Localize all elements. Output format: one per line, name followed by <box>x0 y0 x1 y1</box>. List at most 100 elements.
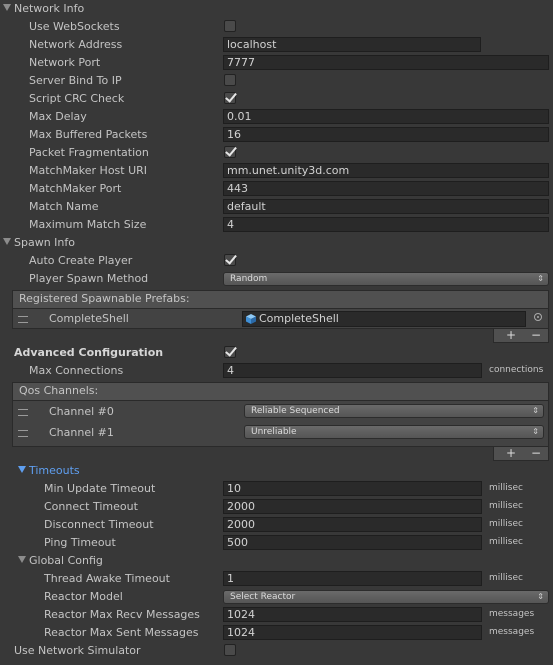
prefabs-list-header: Registered Spawnable Prefabs: <box>13 291 548 309</box>
channels-add-remove: + − <box>493 447 549 461</box>
updown-arrows-icon: ⇕ <box>537 274 544 283</box>
thread-awake-input[interactable]: 1 <box>223 571 482 586</box>
section-title: Spawn Info <box>14 236 75 249</box>
min-update-timeout-input[interactable]: 10 <box>223 481 482 496</box>
channel-type-dropdown[interactable]: Unreliable ⇕ <box>244 425 544 439</box>
network-port-row: Network Port 7777 <box>0 54 553 72</box>
foldout-arrow-icon[interactable] <box>3 4 11 11</box>
field-label: Server Bind To IP <box>29 74 122 87</box>
matchmaker-port-input[interactable]: 443 <box>223 181 549 196</box>
network-simulator-checkbox[interactable] <box>224 644 236 656</box>
auto-create-player-checkbox[interactable] <box>224 254 236 266</box>
server-bind-checkbox[interactable] <box>224 74 236 86</box>
field-label: Disconnect Timeout <box>44 518 154 531</box>
remove-channel-button[interactable]: − <box>531 447 541 459</box>
prefab-object-field[interactable]: CompleteShell <box>242 311 526 327</box>
field-label: Reactor Max Recv Messages <box>44 608 200 621</box>
max-delay-input[interactable]: 0.01 <box>223 109 549 124</box>
use-websockets-checkbox[interactable] <box>224 20 236 32</box>
field-label: Use WebSockets <box>29 20 120 33</box>
field-label: Max Buffered Packets <box>29 128 148 141</box>
auto-create-player-row: Auto Create Player <box>0 252 553 270</box>
qos-channels-header: Qos Channels: <box>13 383 548 401</box>
list-item[interactable]: Channel #0 Reliable Sequenced ⇕ <box>13 402 548 422</box>
script-crc-checkbox[interactable] <box>224 92 236 104</box>
max-buffered-row: Max Buffered Packets 16 <box>0 126 553 144</box>
network-address-input[interactable]: localhost <box>223 37 481 52</box>
max-recv-row: Reactor Max Recv Messages 1024 messages <box>0 606 553 624</box>
max-sent-input[interactable]: 1024 <box>223 625 482 640</box>
network-port-input[interactable]: 7777 <box>223 55 549 70</box>
advanced-config-checkbox[interactable] <box>224 346 236 358</box>
player-spawn-method-dropdown[interactable]: Random ⇕ <box>223 272 549 286</box>
updown-arrows-icon: ⇕ <box>537 592 544 601</box>
thread-awake-row: Thread Awake Timeout 1 millisec <box>0 570 553 588</box>
channel-name: Channel #0 <box>49 405 114 418</box>
field-label: Auto Create Player <box>29 254 133 267</box>
spawn-info-foldout[interactable]: Spawn Info <box>0 234 553 252</box>
connect-timeout-row: Connect Timeout 2000 millisec <box>0 498 553 516</box>
foldout-arrow-icon[interactable] <box>3 238 11 245</box>
advanced-config-row: Advanced Configuration <box>0 344 553 362</box>
max-connections-input[interactable]: 4 <box>223 363 482 378</box>
connect-timeout-input[interactable]: 2000 <box>223 499 482 514</box>
field-label: Ping Timeout <box>44 536 116 549</box>
network-info-foldout[interactable]: Network Info <box>0 0 553 18</box>
max-sent-row: Reactor Max Sent Messages 1024 messages <box>0 624 553 642</box>
channel-type-dropdown[interactable]: Reliable Sequenced ⇕ <box>244 404 544 418</box>
global-config-foldout[interactable]: Global Config <box>0 552 553 570</box>
network-simulator-row: Use Network Simulator <box>0 642 553 660</box>
max-buffered-input[interactable]: 16 <box>223 127 549 142</box>
section-title: Network Info <box>14 2 85 15</box>
prefabs-list: Registered Spawnable Prefabs: CompleteSh… <box>12 290 549 329</box>
match-name-input[interactable]: default <box>223 199 549 214</box>
script-crc-row: Script CRC Check <box>0 90 553 108</box>
matchmaker-uri-input[interactable]: mm.unet.unity3d.com <box>223 163 549 178</box>
drag-handle-icon[interactable] <box>18 409 28 416</box>
timeouts-foldout[interactable]: Timeouts <box>0 462 553 480</box>
unit-label: millisec <box>489 519 523 529</box>
section-title: Global Config <box>29 554 103 567</box>
ping-timeout-input[interactable]: 500 <box>223 535 482 550</box>
unit-label: connections <box>489 365 544 375</box>
list-item[interactable]: CompleteShell CompleteShell <box>13 310 548 328</box>
field-label: Network Address <box>29 38 123 51</box>
reactor-model-dropdown[interactable]: Select Reactor ⇕ <box>223 590 549 604</box>
prefab-name: CompleteShell <box>49 312 129 325</box>
unit-label: millisec <box>489 537 523 547</box>
field-label: Player Spawn Method <box>29 272 149 285</box>
field-label: Match Name <box>29 200 99 213</box>
updown-arrows-icon: ⇕ <box>532 427 539 436</box>
field-label: Connect Timeout <box>44 500 138 513</box>
object-picker-icon[interactable] <box>534 313 542 321</box>
max-recv-input[interactable]: 1024 <box>223 607 482 622</box>
add-prefab-button[interactable]: + <box>506 329 516 341</box>
dropdown-value: Select Reactor <box>230 592 296 602</box>
list-item[interactable]: Channel #1 Unreliable ⇕ <box>13 423 548 443</box>
field-label: Use Network Simulator <box>14 644 141 657</box>
unit-label: millisec <box>489 501 523 511</box>
prefabs-add-remove: + − <box>493 329 549 343</box>
remove-prefab-button[interactable]: − <box>531 329 541 341</box>
min-update-timeout-row: Min Update Timeout 10 millisec <box>0 480 553 498</box>
dropdown-value: Reliable Sequenced <box>251 406 340 416</box>
max-match-size-input[interactable]: 4 <box>223 217 549 232</box>
disconnect-timeout-input[interactable]: 2000 <box>223 517 482 532</box>
packet-fragmentation-row: Packet Fragmentation <box>0 144 553 162</box>
matchmaker-port-row: MatchMaker Port 443 <box>0 180 553 198</box>
server-bind-row: Server Bind To IP <box>0 72 553 90</box>
prefab-cube-icon <box>246 314 256 324</box>
disconnect-timeout-row: Disconnect Timeout 2000 millisec <box>0 516 553 534</box>
drag-handle-icon[interactable] <box>18 430 28 437</box>
add-channel-button[interactable]: + <box>506 447 516 459</box>
dropdown-value: Random <box>230 274 268 284</box>
unit-label: millisec <box>489 573 523 583</box>
max-match-size-row: Maximum Match Size 4 <box>0 216 553 234</box>
field-label: MatchMaker Port <box>29 182 122 195</box>
field-label: Max Connections <box>29 364 124 377</box>
packet-fragmentation-checkbox[interactable] <box>224 146 236 158</box>
updown-arrows-icon: ⇕ <box>532 406 539 415</box>
foldout-arrow-icon[interactable] <box>18 466 26 473</box>
drag-handle-icon[interactable] <box>18 316 28 323</box>
foldout-arrow-icon[interactable] <box>18 556 26 563</box>
